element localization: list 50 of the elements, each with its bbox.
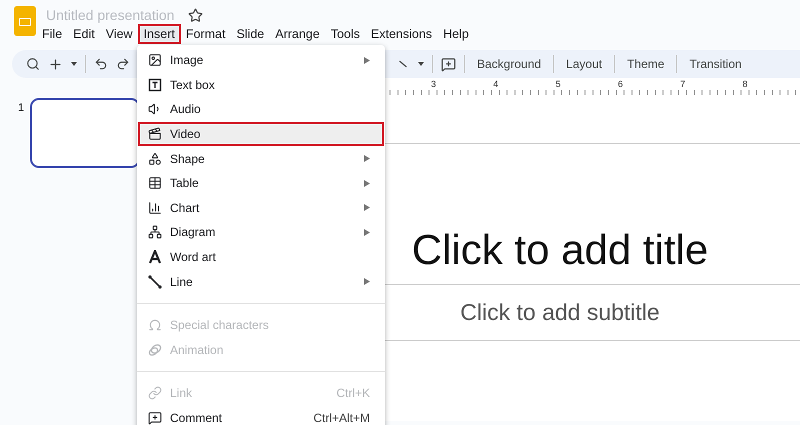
menu-item[interactable]: Tools xyxy=(326,26,364,42)
menu-option[interactable]: Audio xyxy=(138,97,384,122)
menu-item[interactable]: File xyxy=(38,26,66,42)
menu-option[interactable]: Comment Ctrl+Alt+M xyxy=(138,406,384,425)
shortcut-text: Ctrl+Alt+M xyxy=(313,411,370,425)
line-icon xyxy=(148,274,162,289)
table-icon xyxy=(148,176,162,190)
menu-item[interactable]: Slide xyxy=(232,26,268,42)
menu-option[interactable]: Word art xyxy=(138,244,384,270)
slide-thumbnail[interactable] xyxy=(30,98,140,168)
menu-option[interactable]: Shape xyxy=(138,146,384,171)
toolbar-button[interactable]: Background xyxy=(473,55,546,73)
comment-icon xyxy=(148,411,162,425)
shapes-icon xyxy=(148,152,162,166)
undo-icon[interactable] xyxy=(94,57,108,71)
diagram-icon xyxy=(148,225,162,240)
comment-icon[interactable] xyxy=(441,56,456,72)
menu-item[interactable]: View xyxy=(102,26,137,42)
chart-icon xyxy=(148,200,162,215)
link-icon xyxy=(148,386,162,400)
letter-a-icon xyxy=(148,250,162,264)
caret-icon[interactable] xyxy=(71,62,77,66)
caret-icon[interactable] xyxy=(418,62,424,66)
subtitle-placeholder-text: Click to add subtitle xyxy=(460,299,660,326)
menu-item[interactable]: Edit xyxy=(69,26,99,42)
toolbar-button[interactable]: Theme xyxy=(623,55,668,73)
omega-icon xyxy=(148,318,162,332)
text-box-icon xyxy=(148,78,162,92)
plus-icon[interactable] xyxy=(48,56,63,72)
menu-item[interactable]: Format xyxy=(182,26,230,42)
animation-icon xyxy=(148,342,162,357)
menu-option[interactable]: Diagram xyxy=(138,220,384,245)
menu-item[interactable]: Arrange xyxy=(271,26,324,42)
title-placeholder-text: Click to add title xyxy=(412,226,708,274)
menu-item[interactable]: Extensions xyxy=(366,26,436,42)
star-icon[interactable] xyxy=(188,8,204,22)
clapperboard-icon xyxy=(148,127,162,142)
slide-number: 1 xyxy=(18,102,24,116)
menu-item[interactable]: Insert xyxy=(140,26,179,42)
menu-option[interactable]: Table xyxy=(138,170,384,196)
menu-option[interactable]: Chart xyxy=(138,196,384,220)
menu-option[interactable]: Video xyxy=(138,122,384,146)
toolbar-button[interactable]: Layout xyxy=(562,55,606,73)
redo-icon[interactable] xyxy=(116,57,130,71)
search-icon[interactable] xyxy=(26,57,40,71)
image-icon xyxy=(148,53,162,68)
menu-item[interactable]: Help xyxy=(439,26,473,42)
toolbar-button[interactable]: Transition xyxy=(685,55,746,73)
shortcut-text: Ctrl+K xyxy=(336,386,370,400)
menu-option[interactable]: Image xyxy=(138,48,384,73)
